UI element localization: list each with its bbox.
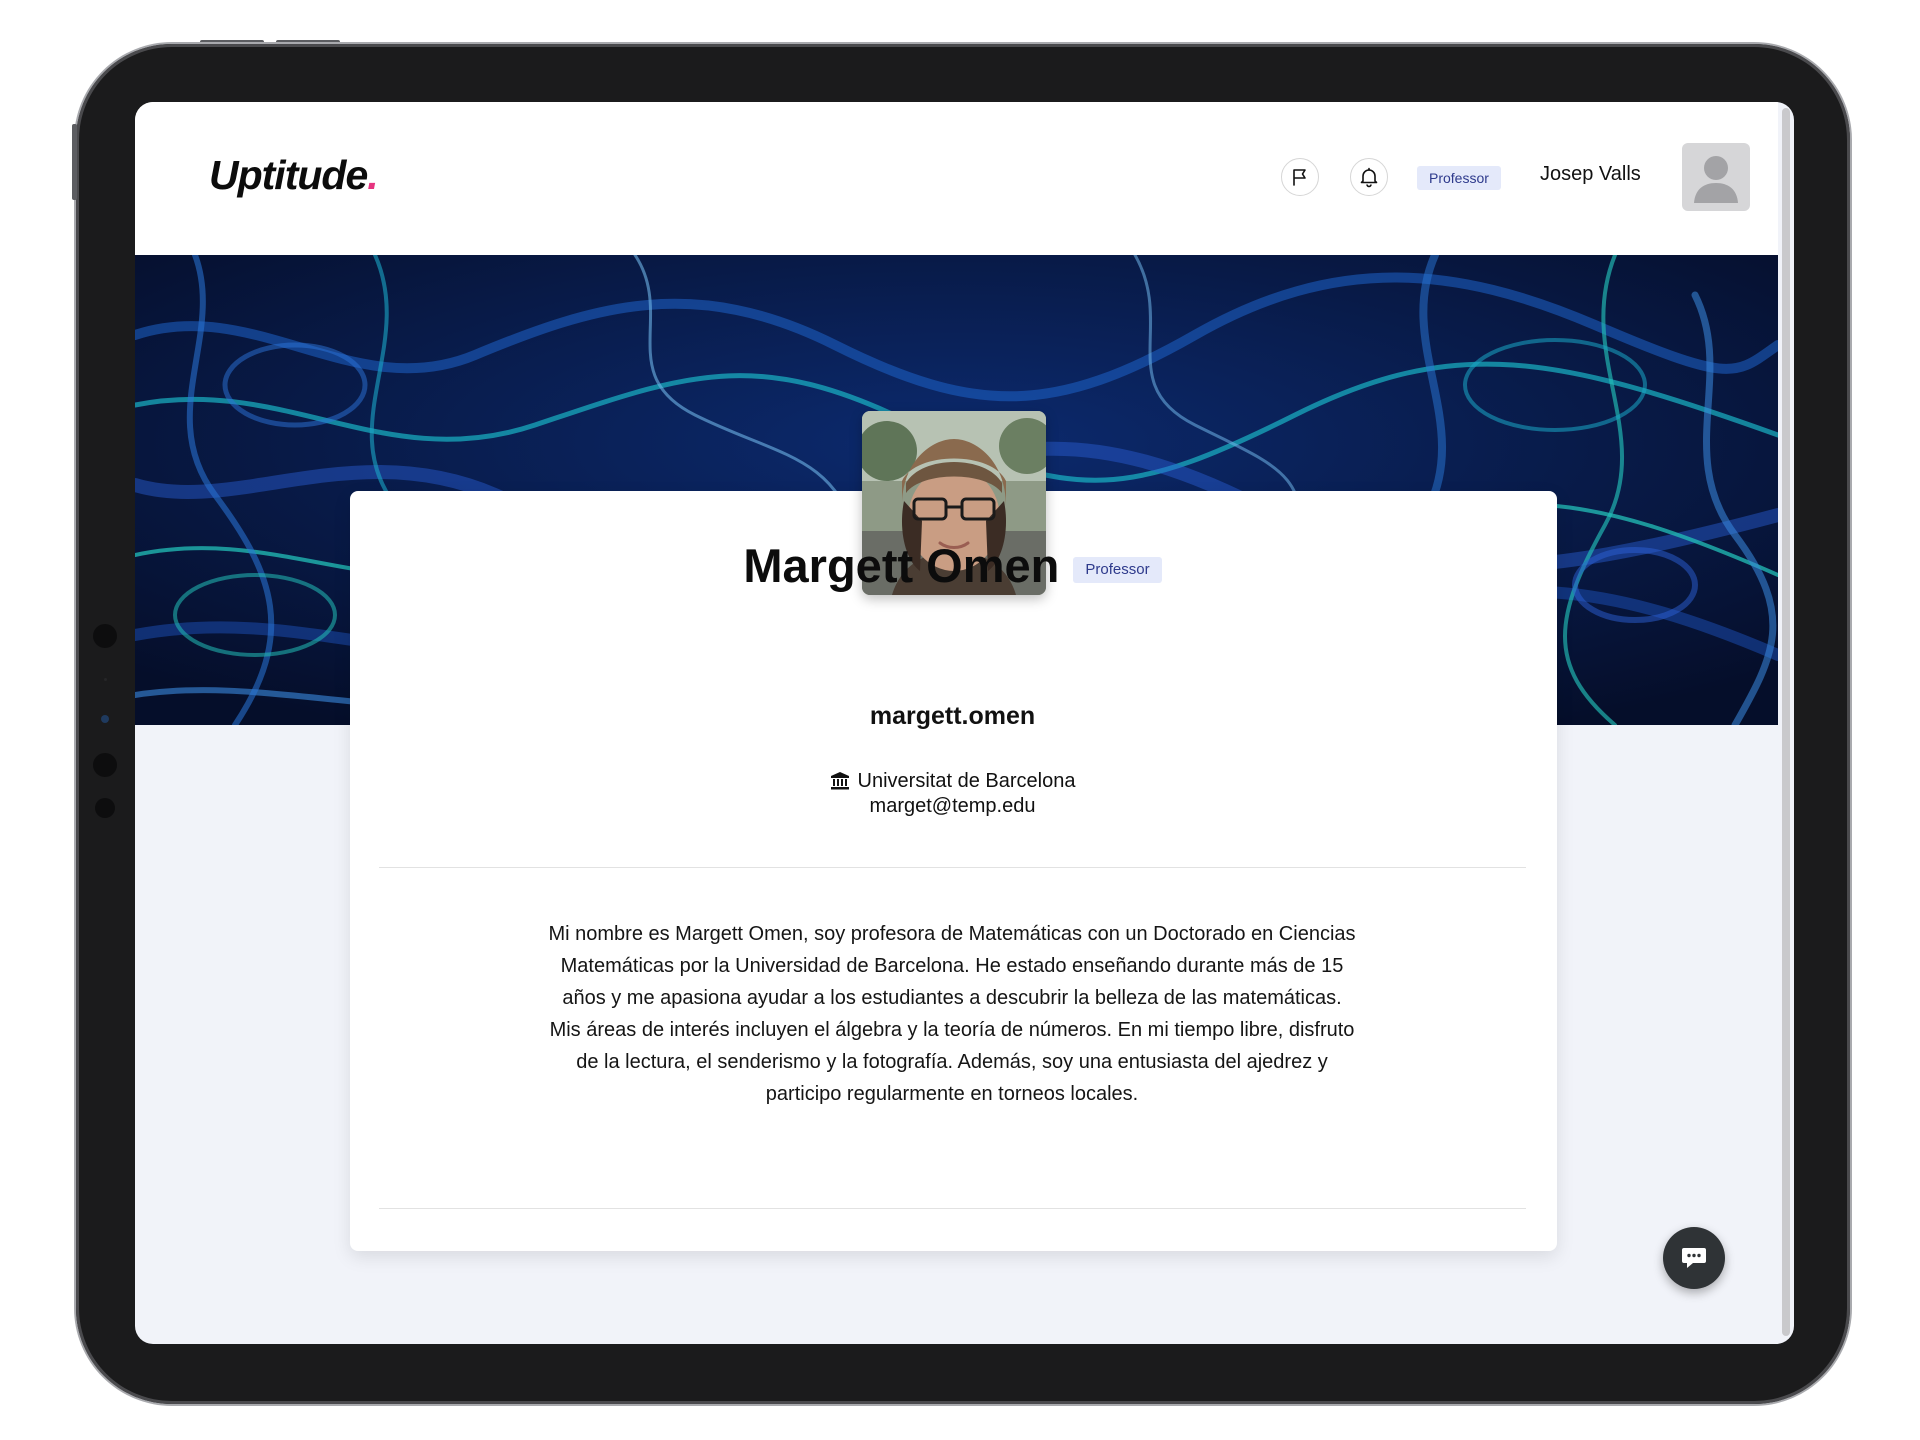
divider [379,1208,1526,1209]
scrollbar-thumb[interactable] [1782,108,1790,1336]
user-avatar-button[interactable] [1682,143,1750,211]
bell-icon [1360,167,1378,188]
flag-icon [1293,169,1306,186]
divider [379,867,1526,868]
profile-name-row: Margett Omen Professor [0,538,1905,593]
chat-button[interactable] [1663,1227,1725,1289]
notifications-button[interactable] [1350,158,1388,196]
profile-username: margett.omen [869,702,1036,730]
camera-dot [104,678,107,681]
chat-bubble-icon [1682,1248,1706,1268]
institution-name: Universitat de Barcelona [857,770,1076,792]
profile-email[interactable]: marget@temp.edu [0,795,1905,818]
logo-text: Uptitude [209,152,368,198]
report-flag-button[interactable] [1281,158,1319,196]
scrollbar[interactable] [1778,102,1794,1344]
logo-dot: . [367,152,378,198]
bank-icon [830,772,849,790]
institution-row: Universitat de Barcelona [0,770,1905,793]
role-badge: Professor [1417,166,1501,190]
profile-name: Margett Omen [743,539,1060,592]
camera-dot [93,624,117,648]
current-user-name[interactable]: Josep Valls [1540,163,1641,186]
profile-bio: Mi nombre es Margett Omen, soy profesora… [548,923,1356,1105]
hardware-button [72,124,77,200]
top-header: Uptitude. Professor Josep Valls [135,102,1778,255]
user-placeholder-icon [1694,156,1738,203]
profile-card [350,491,1557,1251]
profile-role-badge: Professor [1073,556,1162,583]
logo[interactable]: Uptitude. [209,152,379,199]
